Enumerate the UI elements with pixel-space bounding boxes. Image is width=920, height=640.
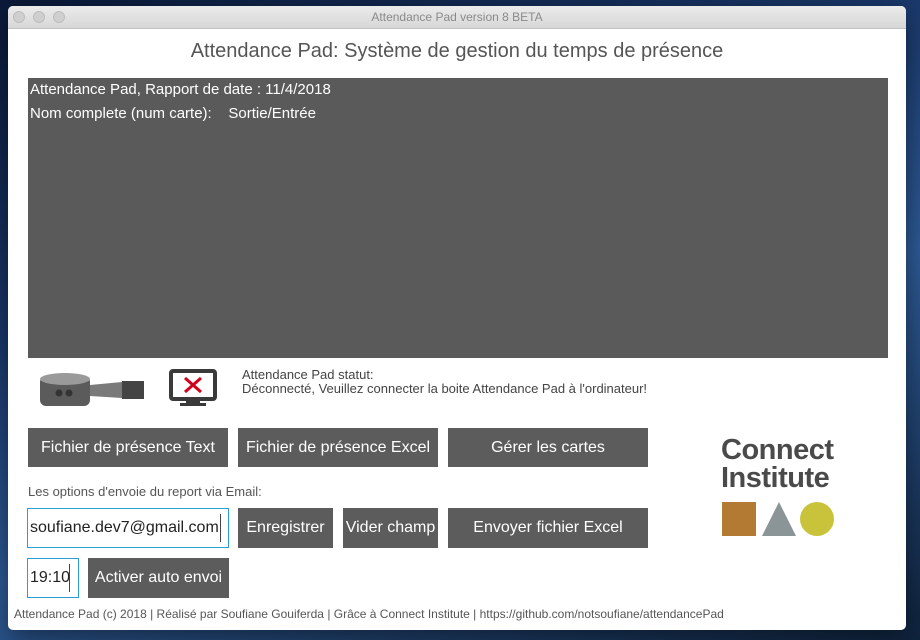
excel-file-button[interactable]: Fichier de présence Excel xyxy=(238,428,438,467)
usb-device-icon xyxy=(40,373,144,406)
clear-field-button[interactable]: Vider champ xyxy=(343,508,438,548)
logo-line-1: Connect xyxy=(721,434,834,466)
status-block: Attendance Pad statut: Déconnecté, Veuil… xyxy=(242,368,647,396)
logo-triangle-shape xyxy=(762,502,796,536)
window-title: Attendance Pad version 8 BETA xyxy=(371,10,543,24)
email-input-value: soufiane.dev7@gmail.com xyxy=(30,519,219,536)
report-name-label: Nom complete (num carte): xyxy=(30,105,212,122)
logo-line-2: Institute xyxy=(721,462,830,494)
app-title: Attendance Pad: Système de gestion du te… xyxy=(190,40,724,62)
text-caret xyxy=(220,514,221,542)
report-date-line: Attendance Pad, Rapport de date : 11/4/2… xyxy=(30,81,331,98)
send-excel-button[interactable]: Envoyer fichier Excel xyxy=(448,508,648,548)
title-bar: Attendance Pad version 8 BETA xyxy=(8,6,906,29)
logo-circle-shape xyxy=(800,502,834,536)
connect-institute-logo: Connect Institute xyxy=(721,434,834,494)
status-title: Attendance Pad statut: xyxy=(242,367,374,382)
save-button[interactable]: Enregistrer xyxy=(238,508,333,548)
manage-cards-button[interactable]: Gérer les cartes xyxy=(448,428,648,467)
text-file-button[interactable]: Fichier de présence Text xyxy=(28,428,228,467)
time-caret xyxy=(69,564,70,592)
report-panel: Attendance Pad, Rapport de date : 11/4/2… xyxy=(28,78,888,358)
time-input[interactable]: 19:10 xyxy=(27,558,79,598)
app-window: Attendance Pad version 8 BETA Attendance… xyxy=(8,6,906,630)
report-header-line: Nom complete (num carte): Sortie/Entrée xyxy=(30,102,888,126)
email-options-label: Les options d'envoie du report via Email… xyxy=(28,484,262,499)
status-message: Déconnecté, Veuillez connecter la boite … xyxy=(242,381,648,396)
footer-text: Attendance Pad (c) 2018 | Réalisé par So… xyxy=(14,607,724,621)
monitor-disconnected-icon xyxy=(169,369,217,406)
logo-shapes xyxy=(722,502,834,536)
email-input[interactable]: soufiane.dev7@gmail.com xyxy=(27,508,229,548)
time-input-value: 19:10 xyxy=(30,569,71,586)
logo-square-shape xyxy=(722,502,756,536)
auto-send-button[interactable]: Activer auto envoi xyxy=(88,558,229,598)
report-direction-label: Sortie/Entrée xyxy=(228,105,316,122)
